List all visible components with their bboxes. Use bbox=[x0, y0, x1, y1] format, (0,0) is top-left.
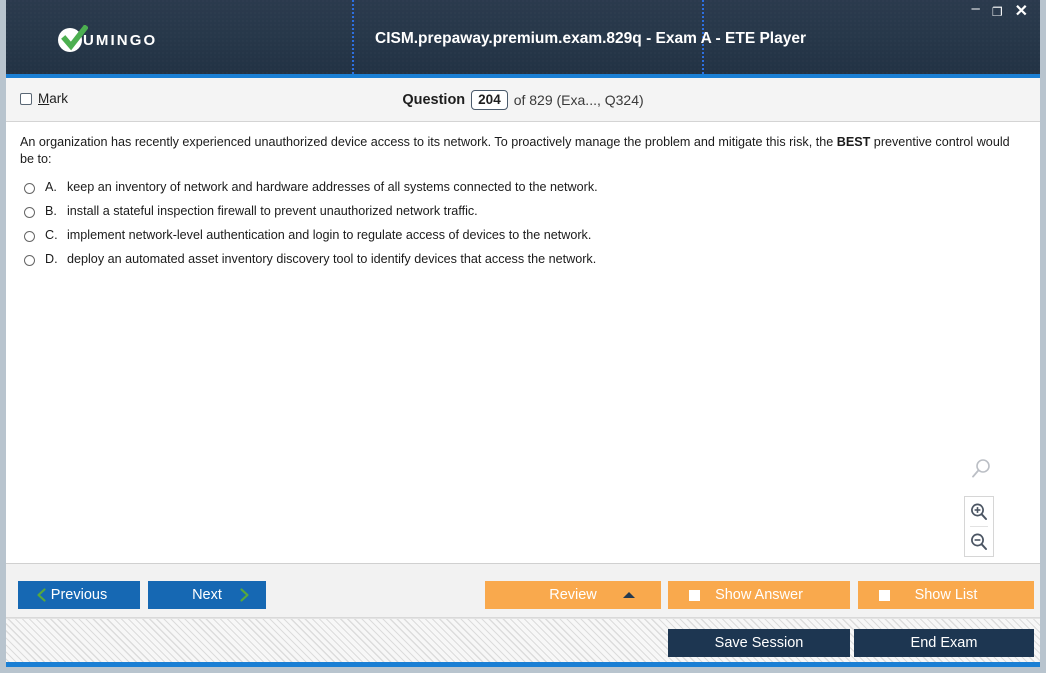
magnifier-icon[interactable] bbox=[970, 458, 992, 485]
radio-button-b[interactable] bbox=[24, 207, 35, 218]
show-list-button-label: Show List bbox=[914, 587, 978, 603]
ete-player-window: UMINGO CISM.prepaway.premium.exam.829q -… bbox=[0, 0, 1046, 673]
zoom-in-icon[interactable] bbox=[965, 497, 993, 526]
window-controls: – ❐ ✕ bbox=[971, 1, 1028, 20]
question-info-bar: Mark Question 204 of 829 (Exa..., Q324) bbox=[6, 78, 1040, 122]
option-letter-b: B. bbox=[45, 204, 57, 218]
show-list-button[interactable]: Show List bbox=[858, 581, 1034, 609]
footer-accent-line bbox=[6, 662, 1040, 667]
option-letter-c: C. bbox=[45, 228, 58, 242]
logo-wordmark: UMINGO bbox=[83, 31, 158, 49]
show-answer-button[interactable]: Show Answer bbox=[668, 581, 850, 609]
title-bar: UMINGO CISM.prepaway.premium.exam.829q -… bbox=[6, 0, 1040, 74]
minimize-button[interactable]: – bbox=[971, 1, 979, 16]
option-letter-d: D. bbox=[45, 252, 58, 266]
header-divider-left bbox=[352, 0, 354, 74]
question-total-label: of 829 (Exa..., Q324) bbox=[513, 92, 644, 108]
chevron-right-icon bbox=[240, 588, 249, 602]
review-button-label: Review bbox=[549, 587, 597, 603]
vumingo-logo: UMINGO bbox=[58, 25, 158, 54]
answer-option-c[interactable]: C. implement network-level authenticatio… bbox=[24, 228, 984, 252]
option-text-c: implement network-level authentication a… bbox=[67, 228, 592, 242]
chevron-up-icon bbox=[623, 592, 635, 598]
question-stem-part1: An organization has recently experienced… bbox=[20, 135, 837, 149]
radio-button-a[interactable] bbox=[24, 183, 35, 194]
previous-button[interactable]: Previous bbox=[18, 581, 140, 609]
question-stem: An organization has recently experienced… bbox=[20, 134, 1020, 168]
navigation-button-bar: Previous Next Review Show Answer Show Li… bbox=[6, 564, 1040, 618]
option-text-d: deploy an automated asset inventory disc… bbox=[67, 252, 597, 266]
next-button[interactable]: Next bbox=[148, 581, 266, 609]
zoom-out-icon[interactable] bbox=[965, 527, 993, 556]
show-answer-button-label: Show Answer bbox=[715, 587, 803, 603]
option-letter-a: A. bbox=[45, 180, 57, 194]
option-text-a: keep an inventory of network and hardwar… bbox=[67, 180, 598, 194]
question-number-input[interactable]: 204 bbox=[471, 90, 508, 110]
end-exam-button[interactable]: End Exam bbox=[854, 629, 1034, 657]
save-session-button[interactable]: Save Session bbox=[668, 629, 850, 657]
answer-option-a[interactable]: A. keep an inventory of network and hard… bbox=[24, 180, 984, 204]
close-button[interactable]: ✕ bbox=[1015, 4, 1028, 20]
question-counter: Question 204 of 829 (Exa..., Q324) bbox=[6, 90, 1040, 110]
question-word: Question bbox=[402, 92, 466, 108]
answer-option-d[interactable]: D. deploy an automated asset inventory d… bbox=[24, 252, 984, 276]
previous-button-label: Previous bbox=[50, 587, 108, 603]
radio-button-c[interactable] bbox=[24, 231, 35, 242]
zoom-controls-panel bbox=[964, 496, 994, 557]
check-circle-logo-icon bbox=[58, 25, 88, 54]
list-square-icon bbox=[879, 589, 890, 601]
window-frame-bottom bbox=[0, 667, 1046, 673]
window-frame-right bbox=[1040, 0, 1046, 673]
end-exam-label: End Exam bbox=[910, 635, 978, 651]
review-button[interactable]: Review bbox=[485, 581, 661, 609]
chevron-left-icon bbox=[37, 588, 46, 602]
option-text-b: install a stateful inspection firewall t… bbox=[67, 204, 478, 218]
answer-options-list: A. keep an inventory of network and hard… bbox=[24, 180, 984, 276]
question-stem-emphasis: BEST bbox=[836, 135, 871, 149]
save-session-label: Save Session bbox=[714, 635, 804, 651]
answer-option-b[interactable]: B. install a stateful inspection firewal… bbox=[24, 204, 984, 228]
status-bar: Save Session End Exam bbox=[6, 618, 1040, 667]
radio-button-d[interactable] bbox=[24, 255, 35, 266]
maximize-button[interactable]: ❐ bbox=[992, 5, 1003, 19]
window-title: CISM.prepaway.premium.exam.829q - Exam A… bbox=[375, 30, 807, 47]
next-button-label: Next bbox=[192, 587, 222, 603]
question-content-area: An organization has recently experienced… bbox=[6, 122, 1040, 564]
answer-square-icon bbox=[689, 589, 700, 601]
